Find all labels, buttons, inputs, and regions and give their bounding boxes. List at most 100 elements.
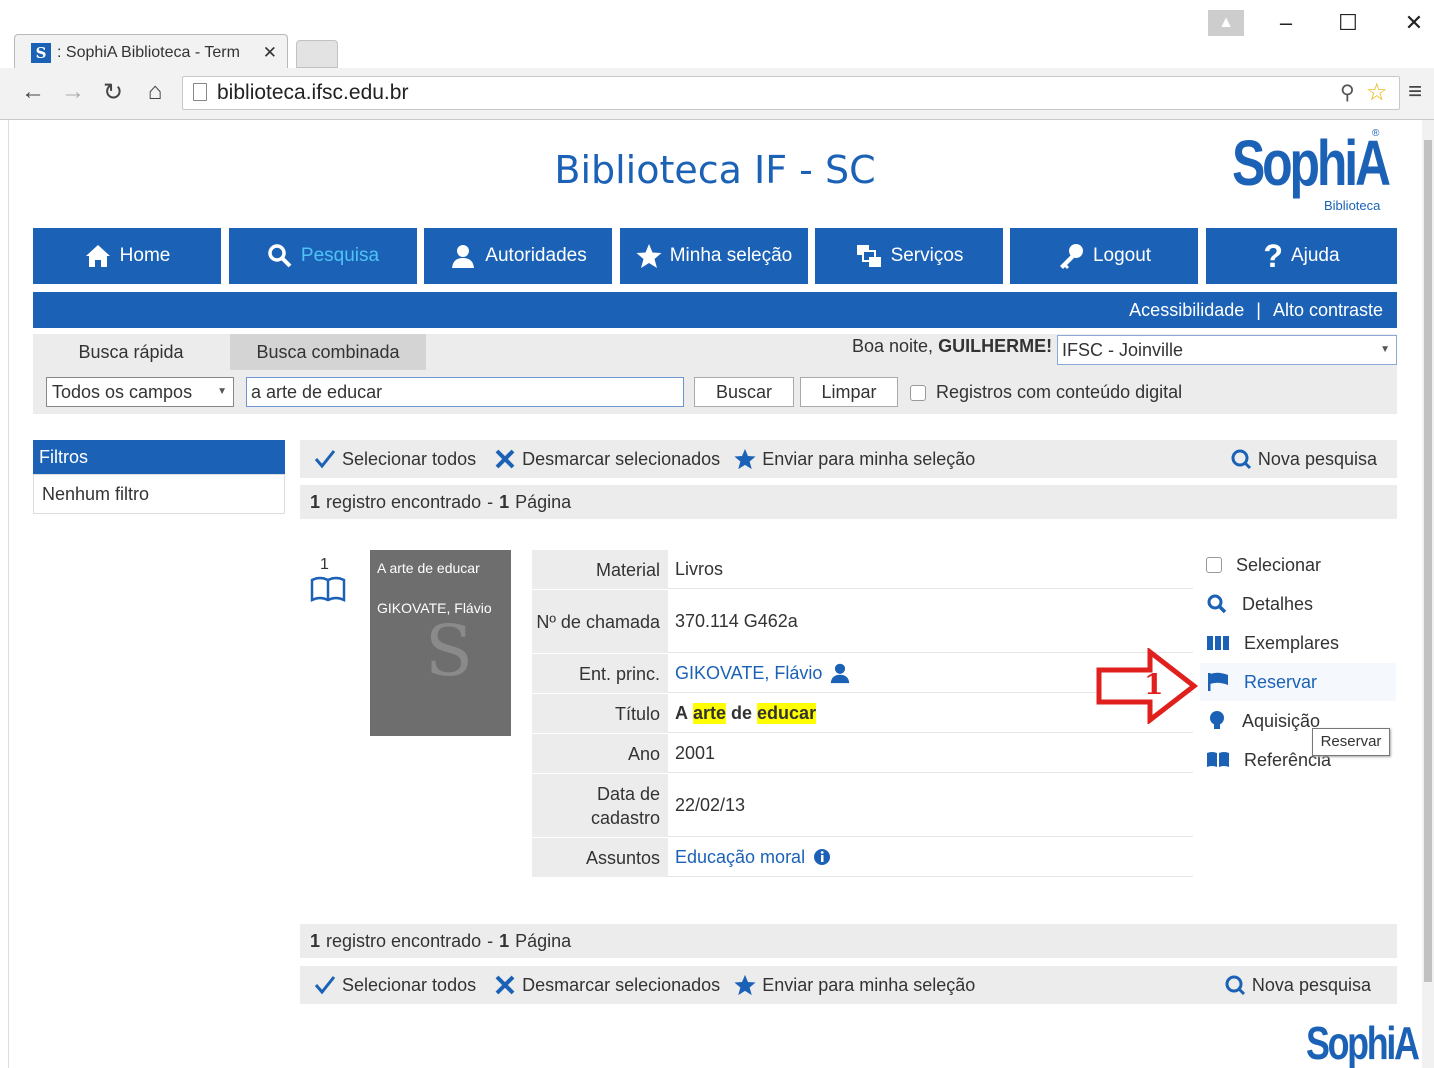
campus-select[interactable]: IFSC - Joinville ▼ <box>1057 335 1397 365</box>
select-record-label: Selecionar <box>1236 554 1322 575</box>
book-cover[interactable]: A arte de educar GIKOVATE, Flávio S <box>370 550 511 736</box>
nav-ajuda[interactable]: ? Ajuda <box>1206 228 1397 284</box>
acquisition-label: Aquisição <box>1242 710 1321 731</box>
nav-autoridades[interactable]: Autoridades <box>424 228 612 284</box>
scrollbar-thumb[interactable] <box>1424 140 1432 982</box>
checkmark-icon <box>314 976 336 995</box>
bookmark-star-icon[interactable]: ☆ <box>1366 78 1388 107</box>
cover-placeholder-icon: S <box>425 610 473 692</box>
tab-busca-rapida[interactable]: Busca rápida <box>33 334 229 370</box>
field-value: 2001 <box>668 734 1193 773</box>
row-year: Ano 2001 <box>532 734 1193 774</box>
search-field-select[interactable]: Todos os campos ▼ <box>46 377 234 407</box>
send-selection-button[interactable]: Enviar para minha seleção <box>734 974 975 996</box>
reload-icon[interactable]: ↻ <box>98 78 128 107</box>
window-close-icon[interactable]: ✕ <box>1394 10 1434 36</box>
result-count-label: registro encontrado <box>326 930 482 951</box>
browser-tab[interactable]: S : SophiA Biblioteca - Term ✕ <box>14 34 288 70</box>
digital-content-option[interactable]: Registros com conteúdo digital <box>910 382 1182 403</box>
author-link[interactable]: GIKOVATE, Flávio <box>675 663 822 684</box>
field-label: Ent. princ. <box>532 654 668 693</box>
nav-minha-selecao[interactable]: Minha seleção <box>620 228 808 284</box>
details-link[interactable]: Detalhes <box>1200 585 1396 623</box>
copies-link[interactable]: Exemplares <box>1200 624 1396 662</box>
forward-icon[interactable]: → <box>58 78 88 106</box>
nav-logout[interactable]: Logout <box>1010 228 1198 284</box>
title-word: A <box>675 702 688 723</box>
field-label: Assuntos <box>532 838 668 877</box>
greeting-prefix: Boa noite, <box>852 336 934 356</box>
key-icon <box>1059 244 1083 269</box>
reserve-link[interactable]: Reservar <box>1200 663 1396 701</box>
url-text: biblioteca.ifsc.edu.br <box>217 81 409 104</box>
logo-subtitle: Biblioteca <box>1324 198 1381 213</box>
result-separator: - <box>487 930 494 951</box>
result-separator: - <box>487 491 494 512</box>
tab-busca-combinada[interactable]: Busca combinada <box>230 334 426 370</box>
new-search-button[interactable]: Nova pesquisa <box>1230 448 1377 470</box>
back-icon[interactable]: ← <box>18 78 48 106</box>
results-count-bottom: 1 registro encontrado - 1 Página <box>300 924 1397 958</box>
select-all-label: Selecionar todos <box>342 448 477 469</box>
select-record-option[interactable]: Selecionar <box>1200 546 1396 584</box>
address-bar[interactable]: biblioteca.ifsc.edu.br <box>182 76 1400 110</box>
deselect-button[interactable]: Desmarcar selecionados <box>494 449 720 470</box>
page-count: 1 <box>499 930 510 951</box>
result-count: 1 <box>310 930 321 951</box>
digital-content-checkbox[interactable] <box>910 384 926 401</box>
search-input[interactable]: a arte de educar <box>246 377 684 407</box>
registered-mark-icon: ® <box>1372 128 1380 139</box>
footer-logo: SophiA <box>1306 1017 1420 1068</box>
help-icon: ? <box>1263 237 1283 274</box>
nav-pesquisa-label: Pesquisa <box>300 245 380 266</box>
new-search-label: Nova pesquisa <box>1257 448 1377 469</box>
reserve-label: Reservar <box>1244 671 1318 692</box>
home-browser-icon[interactable]: ⌂ <box>140 78 170 106</box>
deselect-label: Desmarcar selecionados <box>522 448 721 469</box>
extension-icon[interactable]: ⚲ <box>1340 80 1355 105</box>
nav-home[interactable]: Home <box>33 228 221 284</box>
details-label: Detalhes <box>1242 593 1314 614</box>
copies-label: Exemplares <box>1244 632 1340 653</box>
row-author: Ent. princ. GIKOVATE, Flávio <box>532 654 1193 694</box>
deselect-button[interactable]: Desmarcar selecionados <box>494 975 720 996</box>
copies-icon <box>1207 636 1229 650</box>
tab-close-icon[interactable]: ✕ <box>263 43 277 63</box>
page-scrollbar[interactable] <box>1422 120 1434 1068</box>
field-label: Data de cadastro <box>532 774 668 837</box>
new-search-button[interactable]: Nova pesquisa <box>1224 974 1371 996</box>
field-value: Educação moral <box>668 838 1193 877</box>
row-date: Data de cadastro 22/02/13 <box>532 774 1193 838</box>
select-record-checkbox[interactable] <box>1206 557 1222 573</box>
high-contrast-link[interactable]: Alto contraste <box>1273 300 1383 321</box>
maximize-icon[interactable]: ☐ <box>1328 10 1368 36</box>
profile-icon[interactable]: ▲ <box>1208 10 1244 36</box>
nav-pesquisa[interactable]: Pesquisa <box>229 228 417 284</box>
send-selection-button[interactable]: Enviar para minha seleção <box>734 448 975 470</box>
new-search-icon <box>1225 975 1245 996</box>
subject-link[interactable]: Educação moral <box>675 847 805 868</box>
select-all-button[interactable]: Selecionar todos <box>314 975 476 996</box>
results-count-top: 1 registro encontrado - 1 Página <box>300 485 1397 519</box>
search-button[interactable]: Buscar <box>694 377 794 407</box>
authority-icon[interactable] <box>828 662 852 684</box>
menu-icon[interactable]: ≡ <box>1408 78 1422 106</box>
info-icon[interactable] <box>813 848 831 866</box>
record-number: 1 <box>320 556 329 573</box>
checkmark-icon <box>314 450 336 469</box>
result-count: 1 <box>310 491 321 512</box>
new-tab-button[interactable] <box>296 40 338 68</box>
new-search-label: Nova pesquisa <box>1251 974 1371 995</box>
minimize-icon[interactable]: – <box>1266 10 1306 36</box>
nav-servicos-label: Serviços <box>890 245 964 266</box>
star-icon <box>734 448 756 470</box>
row-subject: Assuntos Educação moral <box>532 838 1193 878</box>
page-count-label: Página <box>515 491 572 512</box>
row-material: Material Livros <box>532 550 1193 590</box>
nav-autoridades-label: Autoridades <box>485 245 587 266</box>
cover-title: A arte de educar <box>377 560 480 576</box>
accessibility-link[interactable]: Acessibilidade <box>1129 300 1244 321</box>
select-all-button[interactable]: Selecionar todos <box>314 449 476 470</box>
nav-servicos[interactable]: Serviços <box>815 228 1003 284</box>
clear-button[interactable]: Limpar <box>800 377 898 407</box>
